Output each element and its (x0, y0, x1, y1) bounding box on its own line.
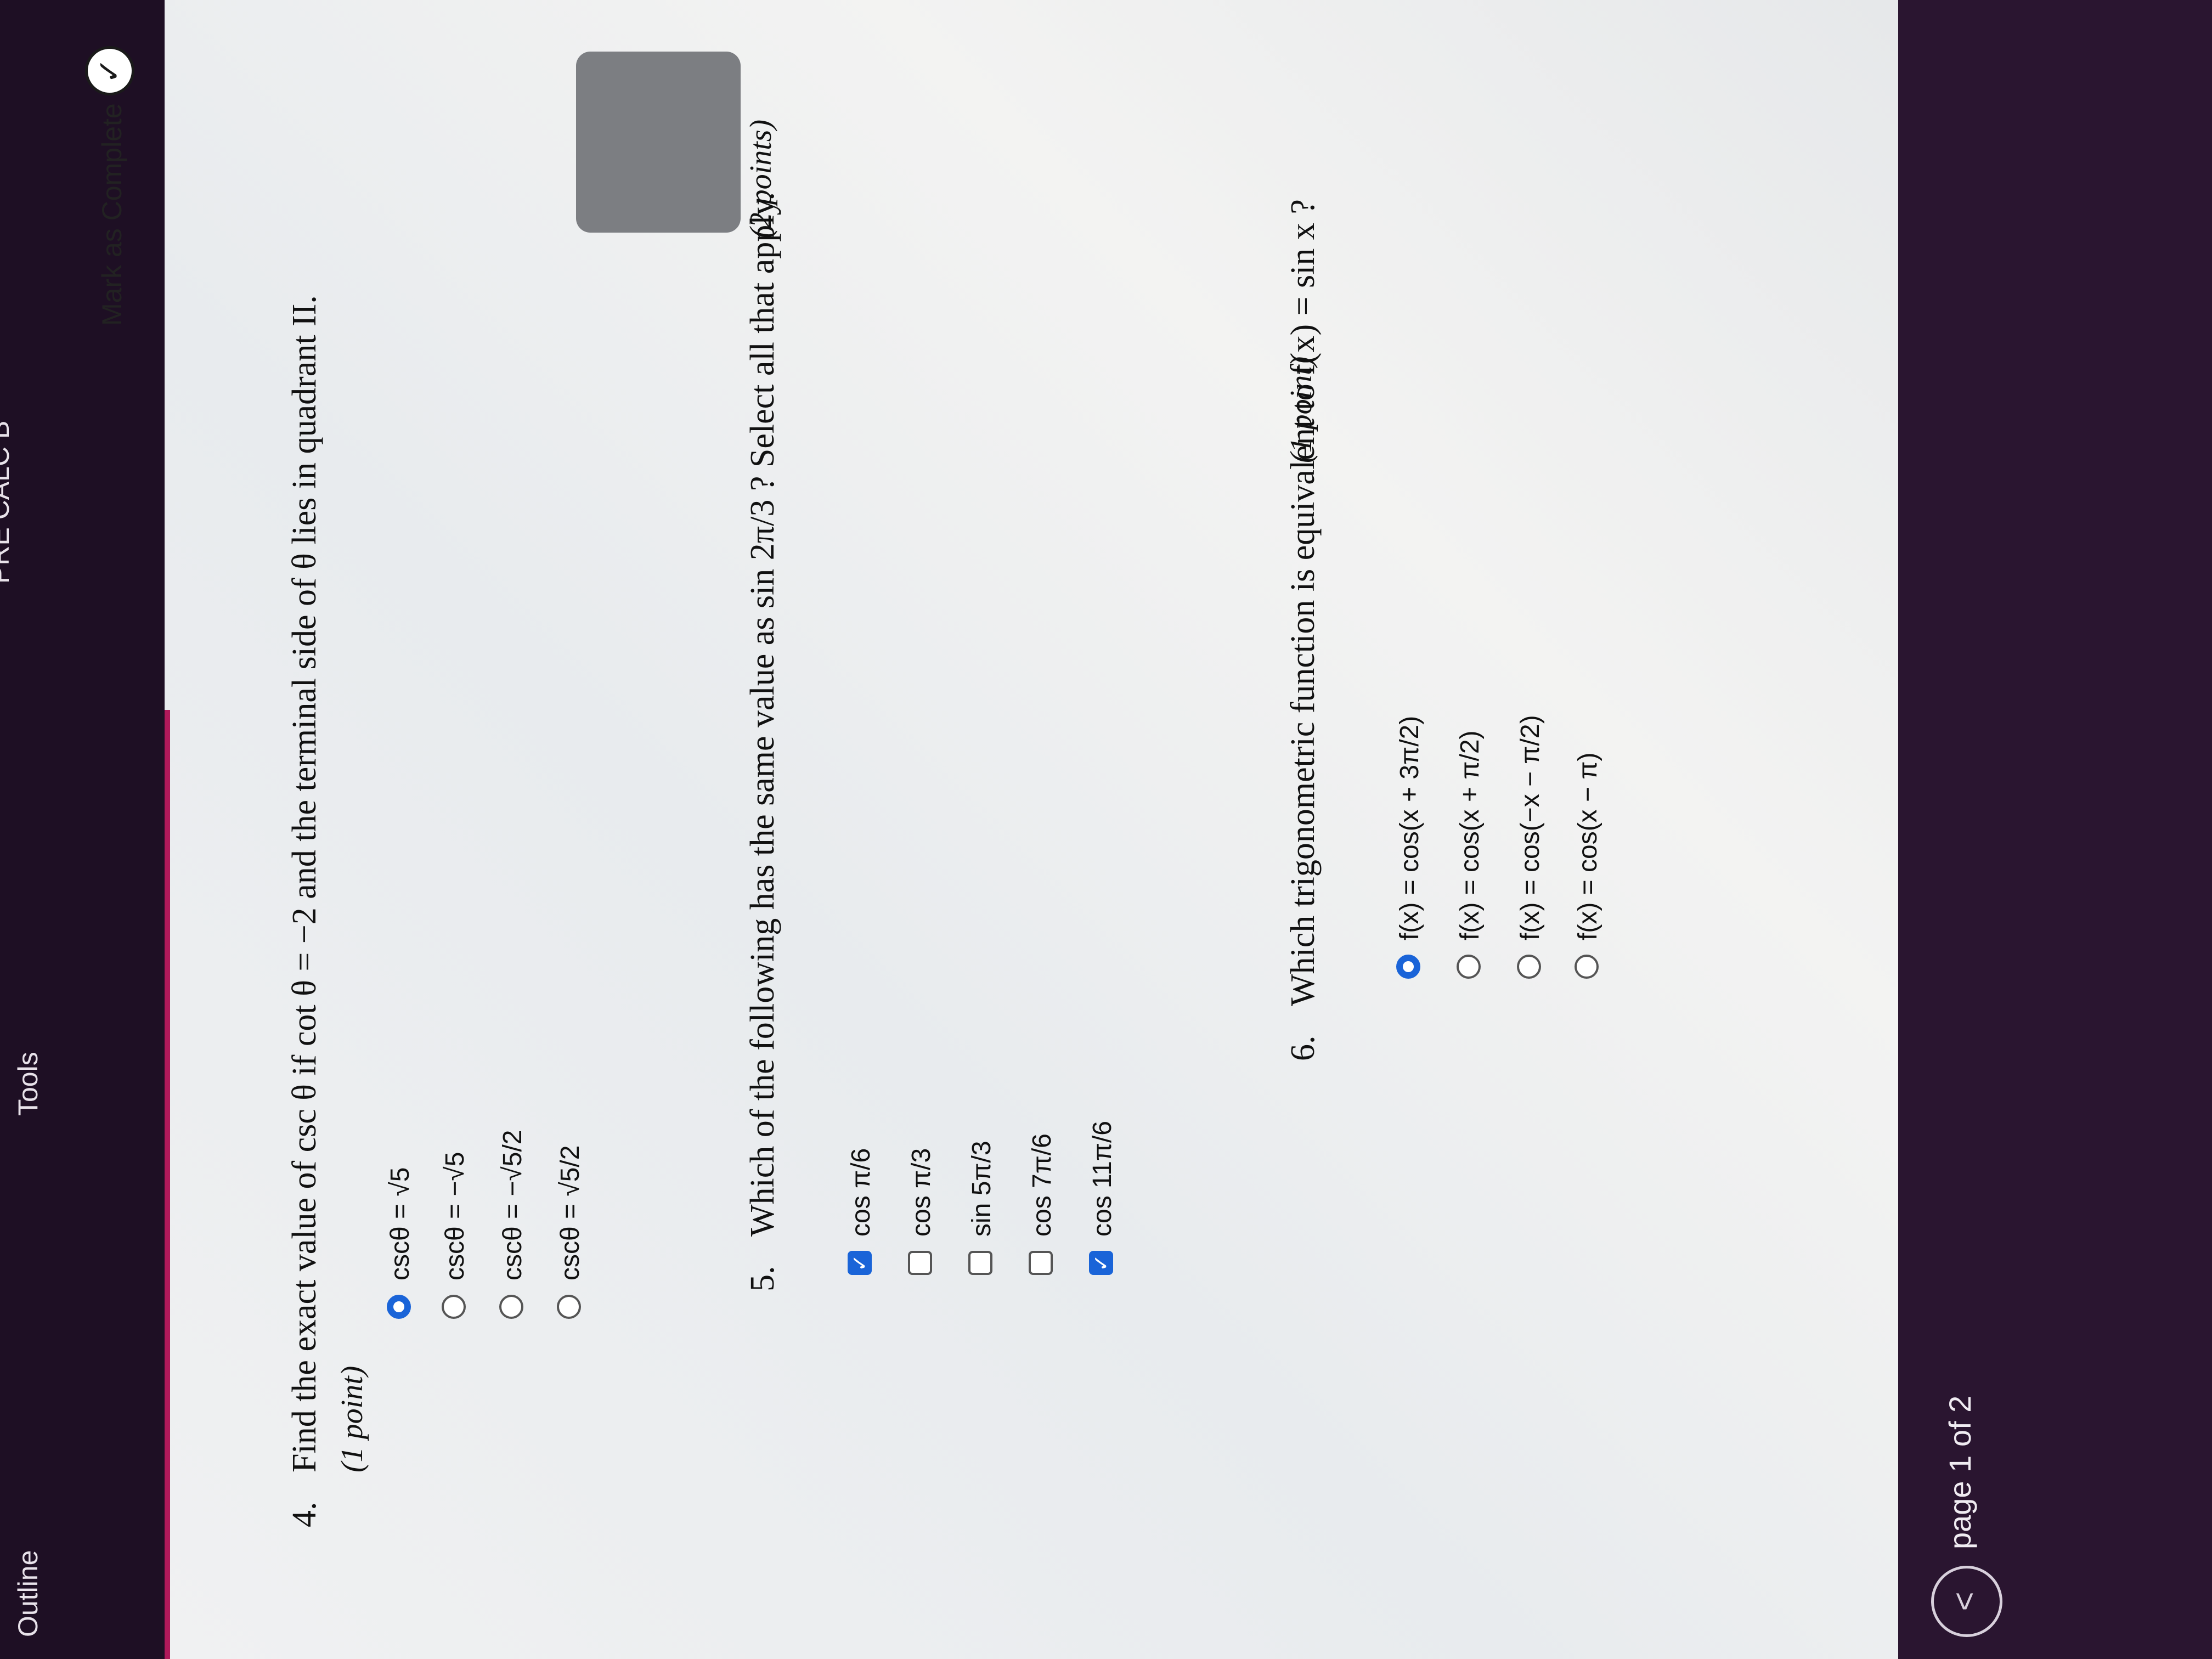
q6-points: (1 point) (1284, 356, 1318, 463)
q4-option-2-radio[interactable] (442, 1295, 466, 1319)
q6-option-4-label: f(x) = cos(x − π) (1573, 752, 1602, 941)
q4-option-3-radio[interactable] (499, 1295, 523, 1319)
q5-option-3-label: sin 5π/3 (967, 1141, 996, 1237)
q4-number: 4. (286, 1502, 323, 1528)
q5-option-3-checkbox[interactable] (968, 1251, 992, 1275)
q4-text: Find the exact value of csc θ if cot θ =… (286, 295, 323, 1472)
menu-button[interactable] (576, 52, 741, 233)
accent-bar (165, 710, 170, 1659)
q4-option-4-label: cscθ = √5/2 (556, 1145, 585, 1280)
q6-option-4-radio[interactable] (1575, 955, 1599, 979)
q6-option-1-radio[interactable] (1396, 955, 1420, 979)
top-bar: Outline Tools PRE CALC B (0, 0, 165, 1659)
q5-points: (2 points) (744, 119, 778, 238)
q4-points: (1 point) (335, 1365, 369, 1472)
q5-text: Which of the following has the same valu… (744, 192, 781, 1237)
lesson-page (165, 0, 1898, 1659)
q5-option-1-checkbox[interactable]: ✓ (848, 1251, 872, 1275)
q6-option-2-radio[interactable] (1457, 955, 1481, 979)
q6-option-2-label: f(x) = cos(x + π/2) (1455, 730, 1485, 940)
q4-option-4-radio[interactable] (557, 1295, 581, 1319)
q5-option-2-label: cos π/3 (907, 1148, 936, 1237)
q5-number: 5. (744, 1266, 781, 1292)
q6-option-3-label: f(x) = cos(−x − π/2) (1516, 715, 1545, 940)
course-title: PRE CALC B (0, 421, 15, 584)
q6-text: Which trigonometric function is equivale… (1284, 199, 1322, 1006)
q4-option-1-radio[interactable] (387, 1295, 411, 1319)
q4-option-2-label: cscθ = −√5 (441, 1152, 470, 1280)
rotated-page: Outline Tools PRE CALC B Mark as Complet… (0, 0, 2212, 1659)
q4-option-1-label: cscθ = √5 (386, 1167, 415, 1280)
q5-option-5-checkbox[interactable]: ✓ (1089, 1251, 1113, 1275)
q6-option-3-radio[interactable] (1517, 955, 1541, 979)
q6-option-1-label: f(x) = cos(x + 3π/2) (1395, 715, 1424, 940)
q5-option-4-label: cos 7π/6 (1028, 1133, 1057, 1237)
q5-option-1-label: cos π/6 (847, 1148, 876, 1237)
mark-as-complete-button[interactable]: Mark as Complete (96, 103, 128, 326)
q5-option-4-checkbox[interactable] (1029, 1251, 1053, 1275)
outline-tab[interactable]: Outline (12, 1550, 44, 1637)
check-circle-icon[interactable]: ✓ (85, 46, 134, 95)
previous-page-button[interactable]: < (1931, 1566, 2002, 1637)
tools-tab[interactable]: Tools (12, 1052, 44, 1116)
q6-number: 6. (1284, 1035, 1322, 1062)
page-indicator: page 1 of 2 (1943, 1395, 1977, 1549)
q5-option-2-checkbox[interactable] (908, 1251, 932, 1275)
q5-option-5-label: cos 11π/6 (1088, 1120, 1117, 1237)
q4-option-3-label: cscθ = −√5/2 (498, 1130, 527, 1281)
